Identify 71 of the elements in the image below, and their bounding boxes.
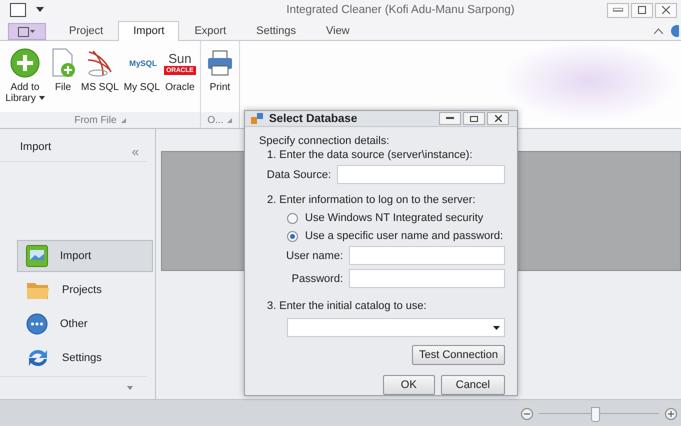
dialog-button[interactable]: OK	[382, 375, 435, 395]
ribbon-tab[interactable]: Project	[54, 21, 118, 41]
field-label: Data Source:	[266, 168, 331, 180]
dropdown-icon[interactable]	[36, 7, 44, 13]
ribbon-tab[interactable]: Export	[179, 21, 242, 41]
nav-item[interactable]: Projects	[17, 274, 153, 306]
document-icon	[50, 48, 76, 78]
data-source-field[interactable]	[337, 165, 505, 184]
input-field[interactable]	[349, 269, 505, 288]
close-icon	[494, 115, 502, 122]
dialog-title: Select Database	[269, 112, 358, 124]
maximize-button[interactable]	[631, 2, 653, 18]
test-connection-button[interactable]: Test Connection	[412, 345, 505, 365]
dropdown-icon	[493, 326, 500, 330]
printer-icon	[206, 49, 234, 77]
picture-frame-icon	[26, 245, 48, 267]
plus-icon	[665, 408, 677, 420]
ribbon-button[interactable]: Print	[204, 45, 236, 112]
step-label: 2. Enter information to log on to the server:	[266, 194, 477, 206]
zoom-out-button[interactable]	[521, 408, 533, 420]
zoom-slider[interactable]	[539, 407, 659, 421]
field-label: User name:	[285, 250, 343, 262]
radio-button[interactable]	[287, 230, 298, 242]
input-field[interactable]	[349, 246, 505, 265]
ribbon-button[interactable]: Add to Library	[3, 45, 47, 112]
slider-thumb[interactable]	[591, 407, 600, 422]
ribbon-button[interactable]: MS SQL	[79, 45, 121, 112]
maximize-icon	[470, 116, 478, 122]
zoom-in-button[interactable]	[665, 408, 677, 420]
radio-option[interactable]: Use a specific user name and password:	[287, 230, 505, 242]
minimize-button[interactable]	[439, 112, 461, 125]
ribbon-tab[interactable]: View	[310, 21, 365, 41]
minus-icon	[521, 408, 533, 420]
minimize-icon	[613, 8, 623, 12]
ribbon-tab[interactable]: Settings	[241, 21, 311, 41]
collapse-ribbon-icon[interactable]	[654, 28, 663, 34]
minimize-button[interactable]	[607, 2, 629, 18]
plus-icon	[10, 48, 40, 78]
close-icon	[662, 6, 670, 14]
radio-option[interactable]: Use Windows NT Integrated security	[287, 212, 505, 224]
app-icon[interactable]	[10, 3, 26, 17]
group-label: From File	[74, 114, 117, 126]
field-label: Password:	[290, 272, 343, 284]
close-button[interactable]	[655, 2, 677, 18]
panel-header: Import	[20, 141, 52, 155]
radio-button[interactable]	[287, 212, 298, 224]
nav-item[interactable]: Other	[17, 308, 153, 340]
ribbon-button[interactable]: File	[48, 45, 78, 112]
more-icon	[26, 313, 48, 335]
step-label: 3. Enter the initial catalog to use:	[266, 300, 428, 312]
nav-item[interactable]: Settings	[17, 342, 153, 374]
window-menu-icon	[18, 26, 36, 36]
launcher-icon[interactable]	[227, 118, 232, 122]
launcher-icon[interactable]	[120, 118, 126, 122]
close-button[interactable]	[487, 112, 509, 125]
group-label: O...	[207, 114, 224, 126]
maximize-button[interactable]	[463, 112, 485, 125]
database-icon	[251, 112, 263, 124]
nav-item[interactable]: Import	[17, 240, 153, 272]
sun-logo: Sun	[168, 52, 192, 66]
refresh-icon	[26, 347, 50, 369]
minimize-icon	[446, 117, 454, 120]
intro-text: Specify connection details:	[259, 135, 390, 147]
dialog-button[interactable]: Cancel	[440, 375, 505, 395]
window-title: Integrated Cleaner (Kofi Adu-Manu Sarpong)	[285, 4, 516, 16]
mysql-logo: MySQL	[128, 58, 157, 68]
maximize-icon	[638, 6, 646, 14]
ribbon-button[interactable]: MySQL My SQL	[122, 45, 162, 112]
step-label: 1. Enter the data source (server\instance):	[266, 149, 474, 161]
ribbon-tab[interactable]: Import	[118, 21, 180, 41]
app-menu-button[interactable]	[8, 23, 46, 40]
